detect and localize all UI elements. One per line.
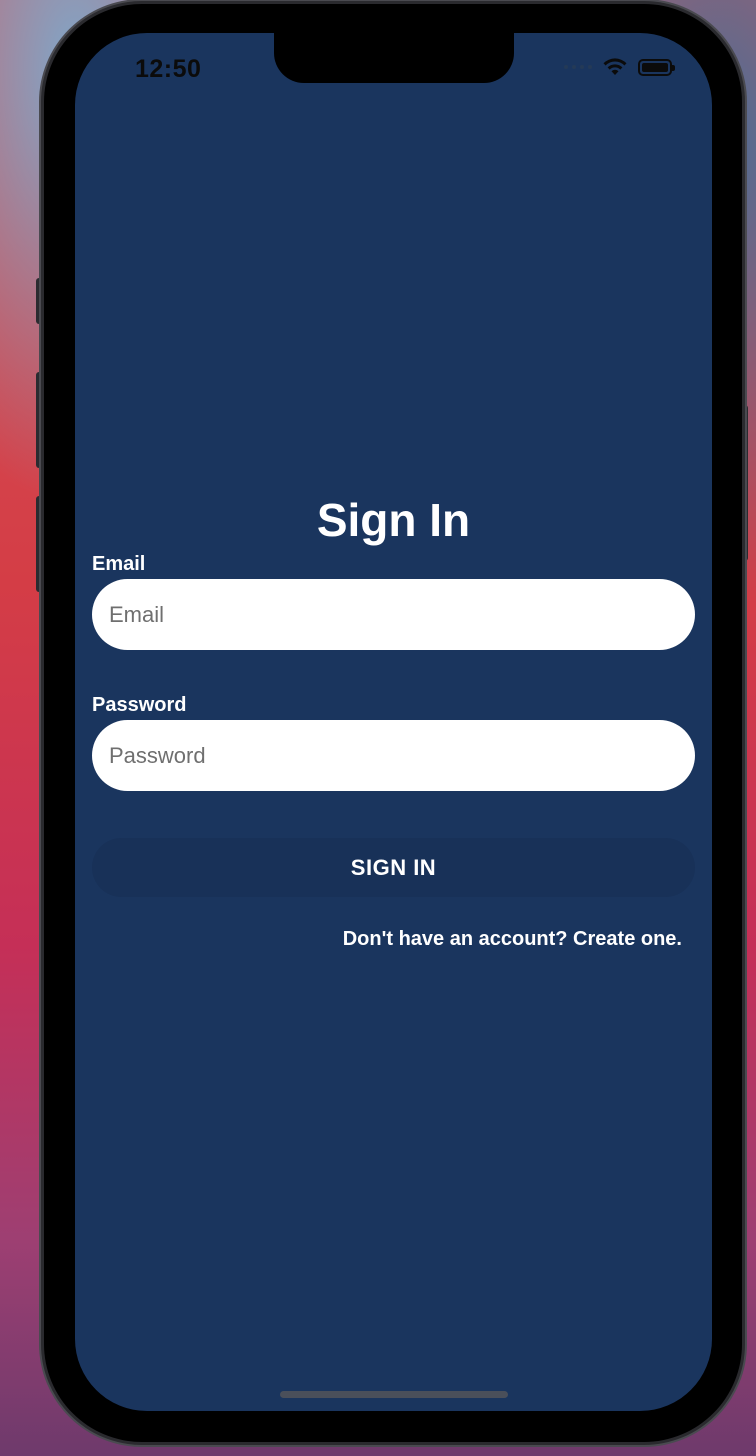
mute-switch	[36, 278, 44, 324]
app-screen: 12:50 Sign In Email Password SIGN IN Don…	[75, 33, 712, 1411]
notch	[274, 33, 514, 83]
create-account-link[interactable]: Don't have an account? Create one.	[343, 928, 682, 951]
status-icons	[564, 57, 675, 77]
battery-icon	[638, 58, 675, 76]
password-field[interactable]	[92, 720, 695, 791]
volume-up-button	[36, 372, 44, 468]
email-field[interactable]	[92, 579, 695, 650]
password-label: Password	[92, 694, 187, 716]
home-indicator[interactable]	[280, 1391, 508, 1398]
sign-in-button[interactable]: SIGN IN	[92, 838, 695, 897]
email-label: Email	[92, 553, 146, 575]
page-title: Sign In	[316, 494, 471, 546]
status-time: 12:50	[135, 55, 202, 83]
volume-down-button	[36, 496, 44, 592]
wifi-icon	[603, 58, 627, 75]
signal-dots-icon	[564, 65, 592, 69]
